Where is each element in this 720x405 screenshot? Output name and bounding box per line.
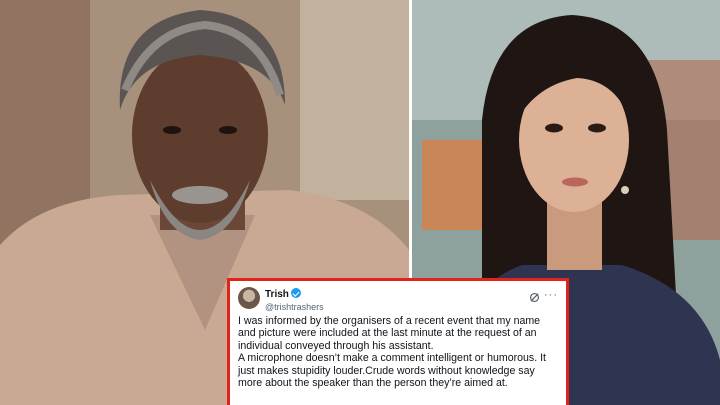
grok-icon[interactable]: [529, 292, 540, 303]
user-handle[interactable]: @trishtrashers: [265, 301, 324, 313]
tweet-header: Trish @trishtrashers ···: [238, 287, 558, 313]
tweet-author: Trish @trishtrashers: [265, 287, 324, 313]
tweet-paragraph-2: A microphone doesn’t make a comment inte…: [238, 352, 546, 390]
avatar[interactable]: [238, 287, 260, 309]
more-options-icon[interactable]: ···: [544, 289, 558, 301]
tweet-body: I was informed by the organisers of a re…: [238, 315, 558, 389]
tweet-paragraph-1: I was informed by the organisers of a re…: [238, 315, 541, 352]
display-name[interactable]: Trish: [265, 289, 289, 300]
tweet-card: Trish @trishtrashers ··· I was informed …: [227, 278, 569, 405]
verified-badge-icon: [290, 288, 301, 298]
